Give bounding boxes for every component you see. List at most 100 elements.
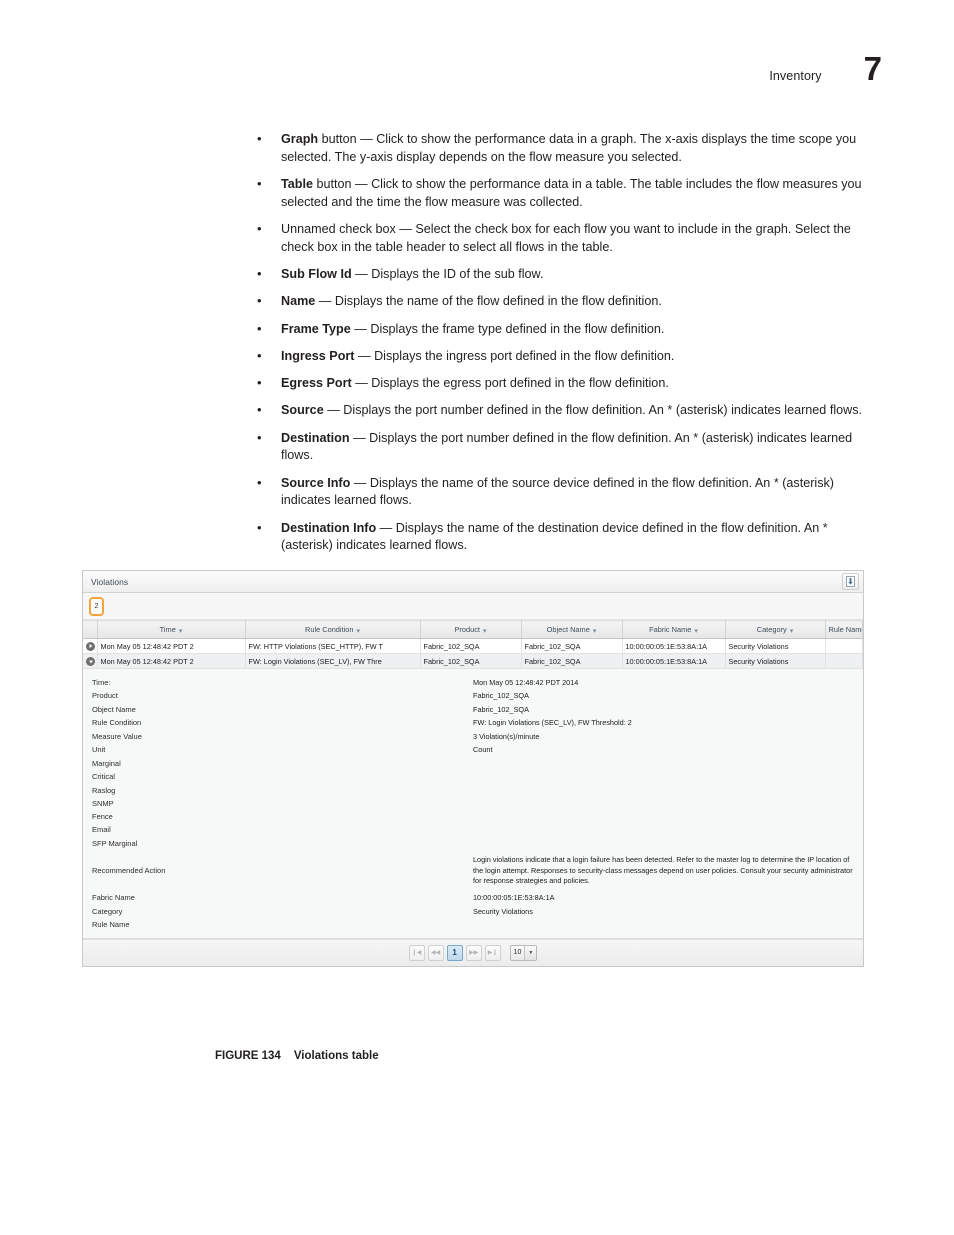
list-item: Table button — Click to show the perform… xyxy=(252,175,876,212)
detail-label: Category xyxy=(92,906,123,916)
list-item-term: Sub Flow Id xyxy=(281,267,352,281)
cell-category: Security Violations xyxy=(725,638,826,654)
detail-label: Fabric Name xyxy=(92,893,135,903)
figure-number: FIGURE 134 xyxy=(215,1050,281,1062)
pagination-page-1[interactable]: 1 xyxy=(446,944,463,961)
detail-value: Security Violations xyxy=(473,906,533,916)
table-header-row: Time ▾ Rule Condition ▾ Product ▾ Object Na… xyxy=(83,620,863,639)
violations-table: Time ▾ Rule Condition ▾ Product ▾ Object Na… xyxy=(83,620,863,669)
column-header-rule-name[interactable]: Rule Name▾ xyxy=(825,620,863,639)
panel-title-bar: Violations xyxy=(83,571,863,593)
sort-icon[interactable]: ▾ xyxy=(179,628,183,635)
detail-value: Fabric_102_SQA xyxy=(473,691,529,701)
export-download-icon[interactable] xyxy=(842,573,859,590)
list-item: Ingress Port — Displays the ingress port… xyxy=(252,347,876,366)
field-description-list: Graph button — Click to show the perform… xyxy=(252,130,876,556)
chapter-label: Inventory xyxy=(769,69,822,83)
detail-label: Rule Name xyxy=(92,920,130,930)
column-header-label: Product xyxy=(454,625,480,634)
page-header: Inventory 7 xyxy=(769,52,882,85)
detail-row: SNMP xyxy=(83,797,863,810)
list-item-text: — Displays the port number defined in th… xyxy=(281,430,853,463)
chevron-down-icon[interactable]: ▼ xyxy=(524,945,537,960)
list-item: Sub Flow Id — Displays the ID of the sub… xyxy=(252,265,876,284)
detail-label: Recommended Action xyxy=(92,865,166,875)
column-header-label: Time xyxy=(159,625,176,634)
sort-icon[interactable]: ▾ xyxy=(790,628,794,635)
pagination-next-button[interactable]: ▶▶ xyxy=(465,944,482,961)
cell-fabric-name: 10:00:00:05:1E:53:8A:1A xyxy=(622,653,726,669)
list-item: Source — Displays the port number define… xyxy=(252,401,876,420)
list-item: Frame Type — Displays the frame type def… xyxy=(252,320,876,339)
cell-rule-condition: FW: Login Violations (SEC_LV), FW Thre xyxy=(245,653,421,669)
row-expand-toggle[interactable] xyxy=(83,638,98,654)
detail-row: Time: Mon May 05 12:48:42 PDT 2014 xyxy=(83,676,863,690)
page-size-select[interactable]: 10 ▼ xyxy=(509,944,538,961)
detail-row: Unit Count xyxy=(83,744,863,758)
chevron-down-icon[interactable] xyxy=(86,656,95,666)
list-item-term: Graph xyxy=(281,132,319,146)
detail-row: Marginal xyxy=(83,757,863,770)
detail-label: Raslog xyxy=(92,785,116,795)
detail-value: FW: Login Violations (SEC_LV), FW Thresh… xyxy=(473,718,632,728)
detail-row: Object Name Fabric_102_SQA xyxy=(83,703,863,717)
detail-label: Fence xyxy=(92,812,113,822)
column-header-fabric-name[interactable]: Fabric Name ▾ xyxy=(622,620,726,639)
cell-time: Mon May 05 12:48:42 PDT 2 xyxy=(97,653,246,669)
list-item-term: Table xyxy=(281,177,313,191)
column-header-label: Category xyxy=(756,625,787,634)
table-row[interactable]: Mon May 05 12:48:42 PDT 2 FW: HTTP Viola… xyxy=(83,638,863,654)
column-header-object-name[interactable]: Object Name ▾ xyxy=(521,620,623,639)
chevron-right-icon[interactable] xyxy=(86,641,95,651)
detail-row: Email xyxy=(83,824,863,837)
row-expand-toggle[interactable] xyxy=(83,653,98,669)
list-item-term: Destination Info xyxy=(281,520,377,535)
list-item: Destination Info — Displays the name of … xyxy=(252,519,876,556)
chapter-number: 7 xyxy=(863,50,882,87)
list-item-text: — Displays the name of the source device… xyxy=(281,475,834,508)
pagination-last-button[interactable]: ▶❙ xyxy=(484,944,501,961)
sort-icon[interactable]: ▾ xyxy=(593,628,597,635)
cell-category: Security Violations xyxy=(725,653,826,669)
detail-row: Measure Value 3 Violation(s)/minute xyxy=(83,730,863,744)
list-item-term: Egress Port xyxy=(281,376,352,390)
list-item-text: — Displays the port number defined in th… xyxy=(323,403,863,418)
list-item-text: button — Click to show the performance d… xyxy=(281,177,862,209)
list-item: Destination — Displays the port number d… xyxy=(252,429,876,466)
detail-row: Rule Condition FW: Login Violations (SEC_… xyxy=(83,717,863,731)
table-row[interactable]: Mon May 05 12:48:42 PDT 2 FW: Login Viol… xyxy=(83,653,863,669)
column-header-expand xyxy=(83,620,98,639)
cell-product: Fabric_102_SQA xyxy=(420,638,522,654)
list-item-term: Source xyxy=(281,403,324,418)
column-header-category[interactable]: Category ▾ xyxy=(725,620,826,639)
page-size-value: 10 xyxy=(513,949,522,957)
detail-label: Object Name xyxy=(92,704,136,714)
violation-detail-panel: Time: Mon May 05 12:48:42 PDT 2014 Produc… xyxy=(83,669,863,939)
cell-time: Mon May 05 12:48:42 PDT 2 xyxy=(97,638,246,654)
figure-title: Violations table xyxy=(293,1050,379,1062)
list-item: Name — Displays the name of the flow def… xyxy=(252,292,876,311)
detail-label: Critical xyxy=(92,772,115,782)
column-header-time[interactable]: Time ▾ xyxy=(97,620,246,639)
column-header-product[interactable]: Product ▾ xyxy=(420,620,522,639)
sort-icon[interactable]: ▾ xyxy=(483,628,487,635)
detail-row-recommended-action: Recommended Action Login violations indic… xyxy=(83,850,863,891)
detail-row: Fence xyxy=(83,811,863,824)
list-item-text: — Displays the ID of the sub flow. xyxy=(351,267,544,281)
pagination-prev-button[interactable]: ◀◀ xyxy=(427,944,444,961)
table-header: Time ▾ Rule Condition ▾ Product ▾ Object Na… xyxy=(83,620,863,639)
detail-value: Login violations indicate that a login f… xyxy=(473,855,853,886)
sort-icon[interactable]: ▾ xyxy=(694,628,698,635)
detail-row: Fabric Name 10:00:00:05:1E:53:8A:1A xyxy=(83,892,863,906)
sort-icon[interactable]: ▾ xyxy=(356,628,360,635)
pagination-first-button[interactable]: ❙◀ xyxy=(408,944,425,961)
cell-rule-condition: FW: HTTP Violations (SEC_HTTP), FW T xyxy=(245,638,421,654)
list-item-text: — Displays the ingress port defined in t… xyxy=(354,348,675,363)
detail-label: Email xyxy=(92,825,111,835)
violation-count-badge[interactable]: 2 xyxy=(89,596,104,616)
list-item-term: Ingress Port xyxy=(281,348,355,363)
column-header-label: Object Name xyxy=(546,625,590,634)
detail-label: Unit xyxy=(92,745,106,755)
column-header-rule-condition[interactable]: Rule Condition ▾ xyxy=(245,620,421,639)
column-header-label: Fabric Name xyxy=(649,625,692,634)
